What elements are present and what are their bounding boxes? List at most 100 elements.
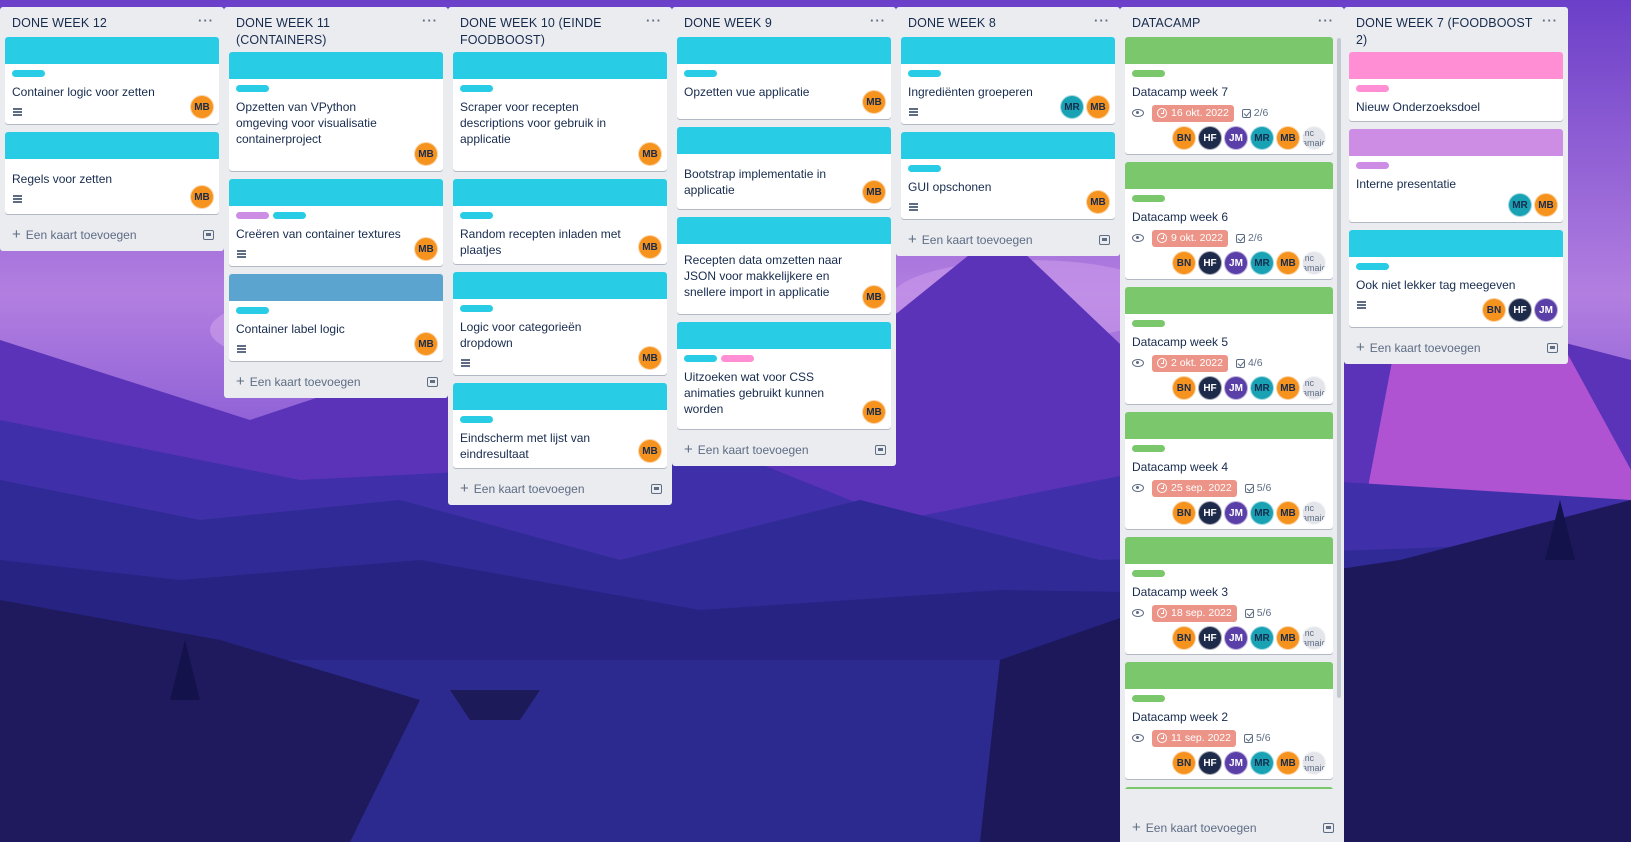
- label-pink[interactable]: [721, 355, 754, 362]
- add-card-button[interactable]: + Een kaart toevoegen: [236, 374, 361, 389]
- avatar[interactable]: MB: [862, 90, 886, 114]
- add-card-button[interactable]: + Een kaart toevoegen: [908, 232, 1033, 247]
- avatar[interactable]: MR: [1250, 126, 1274, 150]
- card[interactable]: Regels voor zetten MB: [5, 132, 219, 214]
- avatar[interactable]: BN: [1172, 251, 1196, 275]
- avatar[interactable]: HF: [1508, 298, 1532, 322]
- avatar[interactable]: JM: [1224, 126, 1248, 150]
- card[interactable]: Bootstrap implementatie in applicatie MB: [677, 127, 891, 209]
- avatar[interactable]: MB: [1534, 193, 1558, 217]
- card[interactable]: Datacamp week 7 16 okt. 2022 2/6 BN HF J…: [1125, 37, 1333, 154]
- avatar[interactable]: HF: [1198, 126, 1222, 150]
- label-cyan[interactable]: [12, 70, 45, 77]
- avatar[interactable]: MR: [1250, 501, 1274, 525]
- card[interactable]: Ook niet lekker tag meegeven BN HF JM: [1349, 230, 1563, 327]
- avatar-broken-image[interactable]: mc amaic: [1302, 126, 1326, 150]
- label-green[interactable]: [1132, 695, 1165, 702]
- due-date-badge[interactable]: 9 okt. 2022: [1152, 229, 1228, 247]
- list-scrollbar[interactable]: [1337, 38, 1341, 698]
- avatar[interactable]: MB: [862, 180, 886, 204]
- avatar[interactable]: MB: [1086, 95, 1110, 119]
- avatar[interactable]: MR: [1060, 95, 1084, 119]
- avatar[interactable]: BN: [1172, 751, 1196, 775]
- card[interactable]: Creëren van container textures MB: [229, 179, 443, 266]
- label-cyan[interactable]: [460, 416, 493, 423]
- label-cyan[interactable]: [908, 70, 941, 77]
- due-date-badge[interactable]: 16 okt. 2022: [1152, 104, 1234, 122]
- label-purple[interactable]: [1356, 162, 1389, 169]
- avatar[interactable]: HF: [1198, 251, 1222, 275]
- due-date-badge[interactable]: 2 okt. 2022: [1152, 354, 1228, 372]
- label-green[interactable]: [1132, 320, 1165, 327]
- avatar[interactable]: HF: [1198, 376, 1222, 400]
- avatar-broken-image[interactable]: mc amaic: [1302, 251, 1326, 275]
- card-template-icon[interactable]: [1099, 235, 1110, 245]
- avatar[interactable]: MB: [414, 237, 438, 261]
- list-menu-icon[interactable]: ···: [1542, 13, 1558, 28]
- avatar[interactable]: MB: [1276, 626, 1300, 650]
- avatar[interactable]: JM: [1224, 751, 1248, 775]
- avatar[interactable]: MB: [414, 142, 438, 166]
- label-cyan[interactable]: [236, 85, 269, 92]
- list-menu-icon[interactable]: ···: [198, 13, 214, 28]
- list-menu-icon[interactable]: ···: [1318, 13, 1334, 28]
- card[interactable]: Datacamp week 5 2 okt. 2022 4/6 BN HF JM…: [1125, 287, 1333, 404]
- avatar[interactable]: BN: [1172, 501, 1196, 525]
- avatar[interactable]: BN: [1172, 126, 1196, 150]
- label-green[interactable]: [1132, 570, 1165, 577]
- card[interactable]: Datacamp week 3 18 sep. 2022 5/6 BN HF J…: [1125, 537, 1333, 654]
- avatar[interactable]: MB: [414, 332, 438, 356]
- list-menu-icon[interactable]: ···: [870, 13, 886, 28]
- card[interactable]: Datacamp week 4 25 sep. 2022 5/6 BN HF J…: [1125, 412, 1333, 529]
- avatar[interactable]: MR: [1250, 251, 1274, 275]
- label-cyan[interactable]: [684, 70, 717, 77]
- avatar[interactable]: JM: [1534, 298, 1558, 322]
- add-card-button[interactable]: + Een kaart toevoegen: [12, 227, 137, 242]
- label-cyan[interactable]: [460, 85, 493, 92]
- avatar[interactable]: MB: [1276, 376, 1300, 400]
- avatar-broken-image[interactable]: mc amaic: [1302, 376, 1326, 400]
- avatar-broken-image[interactable]: mc amaic: [1302, 751, 1326, 775]
- avatar[interactable]: MB: [190, 95, 214, 119]
- card[interactable]: Nieuw Onderzoeksdoel: [1349, 52, 1563, 121]
- label-cyan[interactable]: [236, 307, 269, 314]
- avatar[interactable]: MB: [862, 400, 886, 424]
- label-cyan[interactable]: [1356, 263, 1389, 270]
- card[interactable]: Opzetten vue applicatie MB: [677, 37, 891, 119]
- card-template-icon[interactable]: [651, 484, 662, 494]
- label-pink[interactable]: [1356, 85, 1389, 92]
- avatar[interactable]: MB: [638, 439, 662, 463]
- add-card-button[interactable]: + Een kaart toevoegen: [460, 481, 585, 496]
- card[interactable]: Random recepten inladen met plaatjes MB: [453, 179, 667, 264]
- avatar[interactable]: JM: [1224, 626, 1248, 650]
- list-menu-icon[interactable]: ···: [1094, 13, 1110, 28]
- list-menu-icon[interactable]: ···: [422, 13, 438, 28]
- avatar[interactable]: MB: [638, 142, 662, 166]
- avatar[interactable]: HF: [1198, 626, 1222, 650]
- label-cyan[interactable]: [684, 355, 717, 362]
- avatar[interactable]: MR: [1508, 193, 1532, 217]
- add-card-button[interactable]: + Een kaart toevoegen: [684, 442, 809, 457]
- avatar[interactable]: BN: [1482, 298, 1506, 322]
- label-cyan[interactable]: [273, 212, 306, 219]
- label-cyan[interactable]: [460, 305, 493, 312]
- avatar[interactable]: MB: [1086, 190, 1110, 214]
- card-template-icon[interactable]: [427, 377, 438, 387]
- card-template-icon[interactable]: [1323, 823, 1334, 833]
- card[interactable]: Ingrediënten groeperen MR MB: [901, 37, 1115, 124]
- avatar[interactable]: BN: [1172, 376, 1196, 400]
- card[interactable]: Opzetten van VPython omgeving voor visua…: [229, 52, 443, 171]
- card-template-icon[interactable]: [1547, 343, 1558, 353]
- card-template-icon[interactable]: [875, 445, 886, 455]
- label-green[interactable]: [1132, 445, 1165, 452]
- card[interactable]: Datacamp week 6 9 okt. 2022 2/6 BN HF JM…: [1125, 162, 1333, 279]
- avatar[interactable]: MB: [638, 346, 662, 370]
- label-purple[interactable]: [236, 212, 269, 219]
- card-partial[interactable]: [1125, 787, 1333, 789]
- avatar-broken-image[interactable]: mc amaic: [1302, 501, 1326, 525]
- add-card-button[interactable]: + Een kaart toevoegen: [1132, 820, 1257, 835]
- avatar[interactable]: HF: [1198, 751, 1222, 775]
- card[interactable]: GUI opschonen MB: [901, 132, 1115, 219]
- avatar[interactable]: MB: [1276, 126, 1300, 150]
- avatar[interactable]: HF: [1198, 501, 1222, 525]
